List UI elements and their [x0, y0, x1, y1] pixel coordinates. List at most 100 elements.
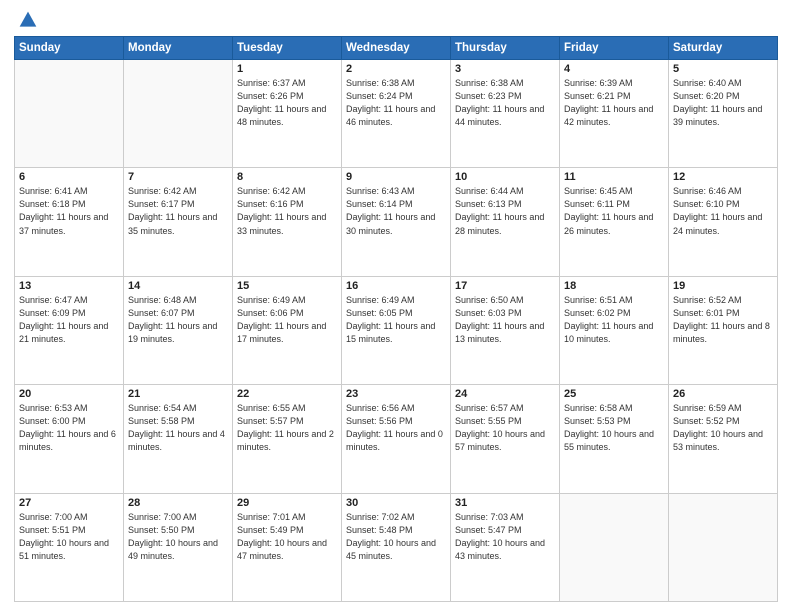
- calendar-cell: 1 Sunrise: 6:37 AM Sunset: 6:26 PM Daylig…: [233, 60, 342, 168]
- calendar-cell: 6Sunrise: 6:41 AM Sunset: 6:18 PM Daylig…: [15, 168, 124, 276]
- day-number: 3: [455, 63, 555, 75]
- week-row-3: 13 Sunrise: 6:47 AM Sunset: 6:09 PM Dayli…: [15, 276, 778, 384]
- day-number: 26: [673, 388, 773, 400]
- day-number: 17: [455, 280, 555, 292]
- day-number: 23: [346, 388, 446, 400]
- day-number: 27: [19, 497, 119, 509]
- day-info: Sunrise: 6:48 AM Sunset: 6:07 PM Dayligh…: [128, 294, 228, 346]
- calendar-cell: 12Sunrise: 6:46 AM Sunset: 6:10 PM Dayli…: [669, 168, 778, 276]
- header-row: SundayMondayTuesdayWednesdayThursdayFrid…: [15, 37, 778, 60]
- day-header-monday: Monday: [124, 37, 233, 60]
- calendar-cell: 11 Sunrise: 6:45 AM Sunset: 6:11 PM Dayli…: [560, 168, 669, 276]
- day-number: 7: [128, 171, 228, 183]
- day-header-saturday: Saturday: [669, 37, 778, 60]
- day-info: Sunrise: 6:52 AM Sunset: 6:01 PM Dayligh…: [673, 294, 773, 346]
- day-info: Sunrise: 7:03 AM Sunset: 5:47 PM Dayligh…: [455, 511, 555, 563]
- calendar-cell: 4 Sunrise: 6:39 AM Sunset: 6:21 PM Daylig…: [560, 60, 669, 168]
- calendar-cell: [560, 493, 669, 601]
- day-number: 4: [564, 63, 664, 75]
- day-header-sunday: Sunday: [15, 37, 124, 60]
- calendar-cell: 27Sunrise: 7:00 AM Sunset: 5:51 PM Dayli…: [15, 493, 124, 601]
- calendar-cell: 3Sunrise: 6:38 AM Sunset: 6:23 PM Daylig…: [451, 60, 560, 168]
- calendar-cell: 24 Sunrise: 6:57 AM Sunset: 5:55 PM Dayli…: [451, 385, 560, 493]
- day-info: Sunrise: 6:54 AM Sunset: 5:58 PM Dayligh…: [128, 402, 228, 454]
- day-number: 2: [346, 63, 446, 75]
- day-number: 11: [564, 171, 664, 183]
- day-info: Sunrise: 6:56 AM Sunset: 5:56 PM Dayligh…: [346, 402, 446, 454]
- calendar-cell: 2 Sunrise: 6:38 AM Sunset: 6:24 PM Daylig…: [342, 60, 451, 168]
- day-number: 8: [237, 171, 337, 183]
- calendar-cell: 23 Sunrise: 6:56 AM Sunset: 5:56 PM Dayli…: [342, 385, 451, 493]
- day-info: Sunrise: 6:42 AM Sunset: 6:16 PM Dayligh…: [237, 185, 337, 237]
- calendar-cell: 14Sunrise: 6:48 AM Sunset: 6:07 PM Dayli…: [124, 276, 233, 384]
- day-info: Sunrise: 6:58 AM Sunset: 5:53 PM Dayligh…: [564, 402, 664, 454]
- logo: [14, 10, 38, 30]
- day-info: Sunrise: 6:57 AM Sunset: 5:55 PM Dayligh…: [455, 402, 555, 454]
- calendar-cell: 15 Sunrise: 6:49 AM Sunset: 6:06 PM Dayli…: [233, 276, 342, 384]
- week-row-2: 6Sunrise: 6:41 AM Sunset: 6:18 PM Daylig…: [15, 168, 778, 276]
- calendar-cell: 29 Sunrise: 7:01 AM Sunset: 5:49 PM Dayli…: [233, 493, 342, 601]
- day-number: 13: [19, 280, 119, 292]
- calendar-cell: [669, 493, 778, 601]
- calendar-cell: 7 Sunrise: 6:42 AM Sunset: 6:17 PM Daylig…: [124, 168, 233, 276]
- day-header-friday: Friday: [560, 37, 669, 60]
- day-number: 31: [455, 497, 555, 509]
- calendar-cell: 8 Sunrise: 6:42 AM Sunset: 6:16 PM Daylig…: [233, 168, 342, 276]
- day-info: Sunrise: 6:47 AM Sunset: 6:09 PM Dayligh…: [19, 294, 119, 346]
- day-number: 6: [19, 171, 119, 183]
- day-number: 29: [237, 497, 337, 509]
- day-info: Sunrise: 6:44 AM Sunset: 6:13 PM Dayligh…: [455, 185, 555, 237]
- week-row-1: 1 Sunrise: 6:37 AM Sunset: 6:26 PM Daylig…: [15, 60, 778, 168]
- calendar-cell: 16 Sunrise: 6:49 AM Sunset: 6:05 PM Dayli…: [342, 276, 451, 384]
- day-number: 16: [346, 280, 446, 292]
- logo-icon: [18, 10, 38, 30]
- calendar-cell: 20 Sunrise: 6:53 AM Sunset: 6:00 PM Dayli…: [15, 385, 124, 493]
- calendar-cell: 5 Sunrise: 6:40 AM Sunset: 6:20 PM Daylig…: [669, 60, 778, 168]
- day-info: Sunrise: 6:42 AM Sunset: 6:17 PM Dayligh…: [128, 185, 228, 237]
- day-number: 28: [128, 497, 228, 509]
- calendar-cell: 28 Sunrise: 7:00 AM Sunset: 5:50 PM Dayli…: [124, 493, 233, 601]
- calendar-cell: 19 Sunrise: 6:52 AM Sunset: 6:01 PM Dayli…: [669, 276, 778, 384]
- calendar-cell: 26 Sunrise: 6:59 AM Sunset: 5:52 PM Dayli…: [669, 385, 778, 493]
- day-info: Sunrise: 6:43 AM Sunset: 6:14 PM Dayligh…: [346, 185, 446, 237]
- day-number: 9: [346, 171, 446, 183]
- calendar-cell: 21Sunrise: 6:54 AM Sunset: 5:58 PM Dayli…: [124, 385, 233, 493]
- page: SundayMondayTuesdayWednesdayThursdayFrid…: [0, 0, 792, 612]
- day-info: Sunrise: 6:46 AM Sunset: 6:10 PM Dayligh…: [673, 185, 773, 237]
- day-info: Sunrise: 7:01 AM Sunset: 5:49 PM Dayligh…: [237, 511, 337, 563]
- day-info: Sunrise: 6:40 AM Sunset: 6:20 PM Dayligh…: [673, 77, 773, 129]
- day-info: Sunrise: 6:45 AM Sunset: 6:11 PM Dayligh…: [564, 185, 664, 237]
- calendar-table: SundayMondayTuesdayWednesdayThursdayFrid…: [14, 36, 778, 602]
- week-row-5: 27Sunrise: 7:00 AM Sunset: 5:51 PM Dayli…: [15, 493, 778, 601]
- calendar-cell: 10 Sunrise: 6:44 AM Sunset: 6:13 PM Dayli…: [451, 168, 560, 276]
- day-number: 24: [455, 388, 555, 400]
- calendar-cell: 18Sunrise: 6:51 AM Sunset: 6:02 PM Dayli…: [560, 276, 669, 384]
- day-number: 5: [673, 63, 773, 75]
- calendar-cell: 22Sunrise: 6:55 AM Sunset: 5:57 PM Dayli…: [233, 385, 342, 493]
- day-info: Sunrise: 6:50 AM Sunset: 6:03 PM Dayligh…: [455, 294, 555, 346]
- day-number: 15: [237, 280, 337, 292]
- day-number: 30: [346, 497, 446, 509]
- day-number: 10: [455, 171, 555, 183]
- calendar-cell: 30 Sunrise: 7:02 AM Sunset: 5:48 PM Dayli…: [342, 493, 451, 601]
- calendar-cell: 17 Sunrise: 6:50 AM Sunset: 6:03 PM Dayli…: [451, 276, 560, 384]
- day-number: 1: [237, 63, 337, 75]
- calendar-cell: 9 Sunrise: 6:43 AM Sunset: 6:14 PM Daylig…: [342, 168, 451, 276]
- day-number: 19: [673, 280, 773, 292]
- day-info: Sunrise: 7:00 AM Sunset: 5:50 PM Dayligh…: [128, 511, 228, 563]
- day-info: Sunrise: 6:59 AM Sunset: 5:52 PM Dayligh…: [673, 402, 773, 454]
- calendar-cell: 25 Sunrise: 6:58 AM Sunset: 5:53 PM Dayli…: [560, 385, 669, 493]
- day-info: Sunrise: 6:53 AM Sunset: 6:00 PM Dayligh…: [19, 402, 119, 454]
- day-header-wednesday: Wednesday: [342, 37, 451, 60]
- week-row-4: 20 Sunrise: 6:53 AM Sunset: 6:00 PM Dayli…: [15, 385, 778, 493]
- day-info: Sunrise: 6:51 AM Sunset: 6:02 PM Dayligh…: [564, 294, 664, 346]
- day-info: Sunrise: 6:49 AM Sunset: 6:06 PM Dayligh…: [237, 294, 337, 346]
- day-info: Sunrise: 6:49 AM Sunset: 6:05 PM Dayligh…: [346, 294, 446, 346]
- day-info: Sunrise: 6:37 AM Sunset: 6:26 PM Dayligh…: [237, 77, 337, 129]
- day-info: Sunrise: 6:38 AM Sunset: 6:24 PM Dayligh…: [346, 77, 446, 129]
- day-info: Sunrise: 6:39 AM Sunset: 6:21 PM Dayligh…: [564, 77, 664, 129]
- day-number: 20: [19, 388, 119, 400]
- day-number: 25: [564, 388, 664, 400]
- day-header-thursday: Thursday: [451, 37, 560, 60]
- day-info: Sunrise: 7:02 AM Sunset: 5:48 PM Dayligh…: [346, 511, 446, 563]
